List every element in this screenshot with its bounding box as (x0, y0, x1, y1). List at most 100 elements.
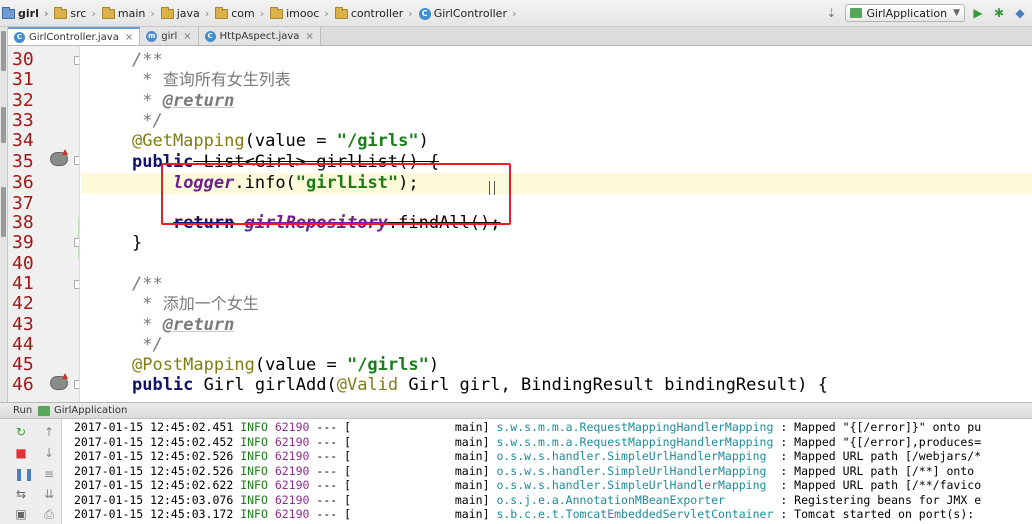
breadcrumb-label: imooc (286, 7, 320, 20)
log-timestamp: 2017-01-15 12:45:02.622 (74, 478, 234, 492)
soft-wrap-icon[interactable]: ≡ (42, 467, 56, 481)
log-message: : Mapped URL path [/**/favico (780, 478, 982, 492)
coverage-icon[interactable]: ◆ (1012, 5, 1028, 21)
rerun-icon[interactable]: ↻ (14, 425, 28, 439)
pause-icon[interactable]: ❚❚ (14, 467, 34, 481)
breadcrumb: girl › src › main › java › com › imooc › controller ›… (2, 6, 523, 20)
log-pid: 62190 (274, 434, 310, 449)
breadcrumb-item[interactable]: girl › (2, 6, 54, 20)
tab-girl[interactable]: m girl × (140, 27, 199, 45)
console-log-line: 2017-01-15 12:45:02.452 INFO 62190 --- [… (74, 435, 981, 450)
restore-layout-icon[interactable]: ⇆ (14, 487, 28, 501)
chevron-down-icon: ▼ (953, 8, 960, 18)
run-tab-girlapplication[interactable]: GirlApplication (38, 405, 127, 416)
console-log-line: 2017-01-15 12:45:02.526 INFO 62190 --- [… (74, 449, 981, 464)
override-method-icon[interactable] (50, 373, 68, 390)
log-level: INFO (240, 449, 268, 463)
code-line-39: } (132, 233, 143, 253)
breadcrumb-item[interactable]: controller › (334, 6, 419, 20)
project-folder-icon (2, 6, 15, 19)
java-class-icon: C (14, 31, 25, 43)
close-icon[interactable]: × (125, 32, 133, 43)
console-output[interactable]: 2017-01-15 12:45:02.451 INFO 62190 --- [… (62, 419, 1032, 524)
close-icon[interactable]: × (305, 31, 313, 42)
line-number: 41 (12, 273, 34, 294)
run-icon[interactable]: ▶ (970, 5, 986, 21)
chevron-right-icon: › (324, 7, 329, 20)
folder-icon (215, 6, 229, 19)
fold-marker-icon[interactable] (74, 280, 79, 289)
log-timestamp: 2017-01-15 12:45:03.076 (74, 492, 234, 507)
log-thread: main] (454, 478, 490, 492)
log-pid: 62190 (274, 420, 310, 434)
fold-marker-icon[interactable] (74, 380, 79, 389)
log-separator: --- [ (316, 507, 352, 521)
breadcrumb-label: main (117, 7, 146, 20)
breadcrumb-item[interactable]: main › (101, 6, 161, 20)
camera-icon[interactable]: ▣ (14, 507, 28, 521)
code-editor[interactable]: /** * 查询所有女生列表 * @return */ @GetMapping(… (81, 46, 1032, 402)
fold-marker-icon[interactable] (74, 56, 79, 65)
line-number: 33 (12, 110, 34, 131)
build-hammer-icon[interactable]: ⇣ (823, 5, 839, 21)
structure-tool-tab[interactable] (1, 107, 6, 143)
line-number: 31 (12, 69, 34, 90)
debug-icon[interactable]: ✱ (991, 5, 1007, 21)
folder-icon (54, 6, 68, 19)
chevron-right-icon: › (204, 7, 210, 20)
breadcrumb-label: girl (18, 7, 39, 20)
breadcrumb-item[interactable]: com › (215, 6, 270, 20)
breadcrumb-item[interactable]: src › (54, 6, 101, 20)
fold-marker-icon[interactable] (74, 156, 79, 165)
breadcrumb-label: controller (350, 7, 404, 20)
folder-icon (160, 6, 174, 19)
breadcrumb-item[interactable]: imooc › (270, 6, 335, 20)
code-line-31: * 查询所有女生列表 (142, 70, 291, 90)
scroll-to-end-icon[interactable]: ⇊ (42, 487, 56, 501)
log-logger: o.s.w.s.handler.SimpleUrlHandlerMapping (496, 463, 774, 478)
breadcrumb-label: java (176, 7, 200, 20)
run-configuration-selector[interactable]: GirlApplication ▼ (845, 4, 965, 22)
run-panel-header: Run GirlApplication (0, 402, 1032, 419)
fold-marker-icon[interactable] (74, 238, 79, 247)
folder-icon (270, 6, 284, 19)
chevron-right-icon: › (150, 7, 155, 20)
close-icon[interactable]: × (183, 31, 191, 42)
log-timestamp: 2017-01-15 12:45:02.452 (74, 434, 234, 449)
tab-httpaspect[interactable]: C HttpAspect.java × (198, 27, 321, 45)
line-number: 34 (12, 130, 34, 151)
log-message: : Mapped "{[/error]}" onto pu (780, 420, 982, 434)
log-thread: main] (454, 449, 490, 463)
override-method-icon[interactable] (50, 149, 68, 166)
maven-module-icon: m (146, 30, 158, 42)
log-level: INFO (240, 434, 268, 449)
code-line-45: @PostMapping(value = "/girls") (132, 355, 440, 375)
log-message: : Mapped "{[/error],produces= (780, 434, 982, 449)
stop-icon[interactable]: ■ (14, 446, 28, 460)
editor-gutter[interactable]: 30 31 32 33 34 35 36 37 38 39 40 41 42 43 44 45 46 (8, 46, 80, 402)
log-level: INFO (240, 463, 268, 478)
print-icon[interactable]: ⎙ (42, 507, 56, 521)
log-pid: 62190 (274, 463, 310, 478)
scroll-down-icon[interactable]: ↓ (42, 446, 56, 460)
log-pid: 62190 (274, 478, 310, 492)
line-number: 45 (12, 354, 34, 375)
log-thread: main] (454, 507, 490, 521)
chevron-right-icon: › (43, 7, 49, 20)
tab-girlcontroller[interactable]: C GirlController.java × (8, 27, 141, 45)
breadcrumb-item[interactable]: java › (160, 6, 215, 20)
line-number: 40 (12, 253, 34, 274)
log-separator: --- [ (316, 492, 352, 507)
log-level: INFO (240, 478, 268, 492)
log-message: : Mapped URL path [/**] onto (780, 463, 975, 478)
scroll-up-icon[interactable]: ↑ (42, 425, 56, 439)
favorites-tool-tab[interactable] (1, 187, 6, 237)
run-toolbar: ↻ ↑ ■ ↓ ❚❚ ≡ ⇆ ⇊ ▣ ⎙ (0, 419, 62, 524)
log-level: INFO (240, 507, 268, 521)
run-configuration-label: GirlApplication (866, 6, 948, 20)
breadcrumb-label: com (231, 7, 255, 20)
breadcrumb-item[interactable]: C GirlController › (418, 7, 523, 20)
java-class-icon: C (418, 7, 431, 20)
folder-icon (334, 6, 348, 19)
project-tool-tab[interactable] (1, 31, 6, 71)
